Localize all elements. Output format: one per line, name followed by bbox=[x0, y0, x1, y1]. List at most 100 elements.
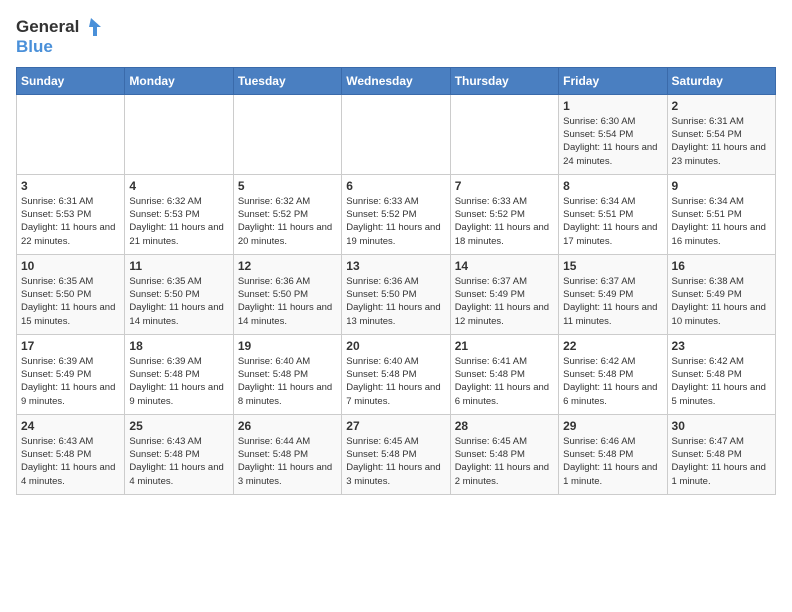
day-info: Sunrise: 6:33 AM Sunset: 5:52 PM Dayligh… bbox=[455, 195, 554, 248]
calendar-cell: 2Sunrise: 6:31 AM Sunset: 5:54 PM Daylig… bbox=[667, 94, 775, 174]
day-info: Sunrise: 6:39 AM Sunset: 5:49 PM Dayligh… bbox=[21, 355, 120, 408]
column-header-friday: Friday bbox=[559, 67, 667, 94]
calendar-week-row: 1 Sunrise: 6:30 AM Sunset: 5:54 PM Daylig… bbox=[17, 94, 776, 174]
calendar-cell: 23 Sunrise: 6:42 AM Sunset: 5:48 PM Dayli… bbox=[667, 334, 775, 414]
column-header-saturday: Saturday bbox=[667, 67, 775, 94]
day-info: Sunrise: 6:41 AM Sunset: 5:48 PM Dayligh… bbox=[455, 355, 554, 408]
day-info: Sunrise: 6:34 AM Sunset: 5:51 PM Dayligh… bbox=[563, 195, 662, 248]
calendar-cell: 29 Sunrise: 6:46 AM Sunset: 5:48 PM Dayli… bbox=[559, 414, 667, 494]
day-number: 6 bbox=[346, 179, 445, 193]
day-number: 19 bbox=[238, 339, 337, 353]
day-info: Sunrise: 6:36 AM Sunset: 5:50 PM Dayligh… bbox=[238, 275, 337, 328]
day-info: Sunrise: 6:30 AM Sunset: 5:54 PM Dayligh… bbox=[563, 115, 662, 168]
calendar-cell: 17 Sunrise: 6:39 AM Sunset: 5:49 PM Dayli… bbox=[17, 334, 125, 414]
day-info: Sunrise: 6:37 AM Sunset: 5:49 PM Dayligh… bbox=[455, 275, 554, 328]
calendar-cell: 6 Sunrise: 6:33 AM Sunset: 5:52 PM Daylig… bbox=[342, 174, 450, 254]
day-number: 17 bbox=[21, 339, 120, 353]
calendar-cell: 15 Sunrise: 6:37 AM Sunset: 5:49 PM Dayli… bbox=[559, 254, 667, 334]
day-info: Sunrise: 6:43 AM Sunset: 5:48 PM Dayligh… bbox=[129, 435, 228, 488]
calendar-cell bbox=[450, 94, 558, 174]
calendar-cell: 18 Sunrise: 6:39 AM Sunset: 5:48 PM Dayli… bbox=[125, 334, 233, 414]
day-info: Sunrise: 6:35 AM Sunset: 5:50 PM Dayligh… bbox=[129, 275, 228, 328]
day-number: 16 bbox=[672, 259, 771, 273]
calendar-header-row: SundayMondayTuesdayWednesdayThursdayFrid… bbox=[17, 67, 776, 94]
day-info: Sunrise: 6:42 AM Sunset: 5:48 PM Dayligh… bbox=[563, 355, 662, 408]
day-info: Sunrise: 6:36 AM Sunset: 5:50 PM Dayligh… bbox=[346, 275, 445, 328]
calendar-cell: 9Sunrise: 6:34 AM Sunset: 5:51 PM Daylig… bbox=[667, 174, 775, 254]
day-info: Sunrise: 6:47 AM Sunset: 5:48 PM Dayligh… bbox=[672, 435, 771, 488]
column-header-thursday: Thursday bbox=[450, 67, 558, 94]
day-number: 23 bbox=[672, 339, 771, 353]
calendar-cell: 12 Sunrise: 6:36 AM Sunset: 5:50 PM Dayli… bbox=[233, 254, 341, 334]
day-info: Sunrise: 6:35 AM Sunset: 5:50 PM Dayligh… bbox=[21, 275, 120, 328]
logo: General Blue bbox=[16, 16, 103, 57]
day-number: 20 bbox=[346, 339, 445, 353]
day-number: 8 bbox=[563, 179, 662, 193]
logo-blue-text: Blue bbox=[16, 38, 103, 57]
day-info: Sunrise: 6:31 AM Sunset: 5:54 PM Dayligh… bbox=[672, 115, 771, 168]
day-info: Sunrise: 6:39 AM Sunset: 5:48 PM Dayligh… bbox=[129, 355, 228, 408]
logo-arrow-icon bbox=[81, 16, 103, 38]
calendar-cell: 26 Sunrise: 6:44 AM Sunset: 5:48 PM Dayli… bbox=[233, 414, 341, 494]
calendar-cell: 30 Sunrise: 6:47 AM Sunset: 5:48 PM Dayli… bbox=[667, 414, 775, 494]
calendar-cell: 20 Sunrise: 6:40 AM Sunset: 5:48 PM Dayli… bbox=[342, 334, 450, 414]
calendar-table: SundayMondayTuesdayWednesdayThursdayFrid… bbox=[16, 67, 776, 495]
day-info: Sunrise: 6:40 AM Sunset: 5:48 PM Dayligh… bbox=[346, 355, 445, 408]
day-info: Sunrise: 6:44 AM Sunset: 5:48 PM Dayligh… bbox=[238, 435, 337, 488]
calendar-cell bbox=[17, 94, 125, 174]
day-number: 4 bbox=[129, 179, 228, 193]
column-header-tuesday: Tuesday bbox=[233, 67, 341, 94]
column-header-wednesday: Wednesday bbox=[342, 67, 450, 94]
calendar-cell bbox=[125, 94, 233, 174]
day-number: 26 bbox=[238, 419, 337, 433]
calendar-cell: 16Sunrise: 6:38 AM Sunset: 5:49 PM Dayli… bbox=[667, 254, 775, 334]
day-info: Sunrise: 6:32 AM Sunset: 5:53 PM Dayligh… bbox=[129, 195, 228, 248]
calendar-week-row: 10 Sunrise: 6:35 AM Sunset: 5:50 PM Dayli… bbox=[17, 254, 776, 334]
calendar-cell: 27 Sunrise: 6:45 AM Sunset: 5:48 PM Dayli… bbox=[342, 414, 450, 494]
day-number: 7 bbox=[455, 179, 554, 193]
calendar-cell bbox=[233, 94, 341, 174]
day-number: 18 bbox=[129, 339, 228, 353]
calendar-week-row: 3 Sunrise: 6:31 AM Sunset: 5:53 PM Daylig… bbox=[17, 174, 776, 254]
page-header: General Blue bbox=[16, 16, 776, 57]
day-number: 22 bbox=[563, 339, 662, 353]
calendar-cell: 22 Sunrise: 6:42 AM Sunset: 5:48 PM Dayli… bbox=[559, 334, 667, 414]
day-number: 3 bbox=[21, 179, 120, 193]
calendar-cell: 14Sunrise: 6:37 AM Sunset: 5:49 PM Dayli… bbox=[450, 254, 558, 334]
day-number: 28 bbox=[455, 419, 554, 433]
day-number: 15 bbox=[563, 259, 662, 273]
day-info: Sunrise: 6:40 AM Sunset: 5:48 PM Dayligh… bbox=[238, 355, 337, 408]
day-info: Sunrise: 6:42 AM Sunset: 5:48 PM Dayligh… bbox=[672, 355, 771, 408]
day-info: Sunrise: 6:34 AM Sunset: 5:51 PM Dayligh… bbox=[672, 195, 771, 248]
calendar-week-row: 24Sunrise: 6:43 AM Sunset: 5:48 PM Dayli… bbox=[17, 414, 776, 494]
calendar-week-row: 17 Sunrise: 6:39 AM Sunset: 5:49 PM Dayli… bbox=[17, 334, 776, 414]
calendar-cell: 3 Sunrise: 6:31 AM Sunset: 5:53 PM Daylig… bbox=[17, 174, 125, 254]
logo-container: General Blue bbox=[16, 16, 103, 57]
calendar-cell: 4 Sunrise: 6:32 AM Sunset: 5:53 PM Daylig… bbox=[125, 174, 233, 254]
day-number: 30 bbox=[672, 419, 771, 433]
day-info: Sunrise: 6:37 AM Sunset: 5:49 PM Dayligh… bbox=[563, 275, 662, 328]
day-info: Sunrise: 6:46 AM Sunset: 5:48 PM Dayligh… bbox=[563, 435, 662, 488]
calendar-cell: 10 Sunrise: 6:35 AM Sunset: 5:50 PM Dayli… bbox=[17, 254, 125, 334]
day-info: Sunrise: 6:43 AM Sunset: 5:48 PM Dayligh… bbox=[21, 435, 120, 488]
day-number: 10 bbox=[21, 259, 120, 273]
calendar-cell: 1 Sunrise: 6:30 AM Sunset: 5:54 PM Daylig… bbox=[559, 94, 667, 174]
calendar-cell: 5Sunrise: 6:32 AM Sunset: 5:52 PM Daylig… bbox=[233, 174, 341, 254]
calendar-cell: 7 Sunrise: 6:33 AM Sunset: 5:52 PM Daylig… bbox=[450, 174, 558, 254]
day-number: 12 bbox=[238, 259, 337, 273]
day-number: 29 bbox=[563, 419, 662, 433]
day-info: Sunrise: 6:31 AM Sunset: 5:53 PM Dayligh… bbox=[21, 195, 120, 248]
day-info: Sunrise: 6:33 AM Sunset: 5:52 PM Dayligh… bbox=[346, 195, 445, 248]
logo-general-text: General bbox=[16, 18, 79, 37]
column-header-monday: Monday bbox=[125, 67, 233, 94]
day-number: 1 bbox=[563, 99, 662, 113]
calendar-cell: 25Sunrise: 6:43 AM Sunset: 5:48 PM Dayli… bbox=[125, 414, 233, 494]
calendar-cell: 24Sunrise: 6:43 AM Sunset: 5:48 PM Dayli… bbox=[17, 414, 125, 494]
day-number: 13 bbox=[346, 259, 445, 273]
column-header-sunday: Sunday bbox=[17, 67, 125, 94]
day-number: 27 bbox=[346, 419, 445, 433]
calendar-cell: 11Sunrise: 6:35 AM Sunset: 5:50 PM Dayli… bbox=[125, 254, 233, 334]
day-info: Sunrise: 6:45 AM Sunset: 5:48 PM Dayligh… bbox=[346, 435, 445, 488]
calendar-cell: 19 Sunrise: 6:40 AM Sunset: 5:48 PM Dayli… bbox=[233, 334, 341, 414]
calendar-cell: 28Sunrise: 6:45 AM Sunset: 5:48 PM Dayli… bbox=[450, 414, 558, 494]
